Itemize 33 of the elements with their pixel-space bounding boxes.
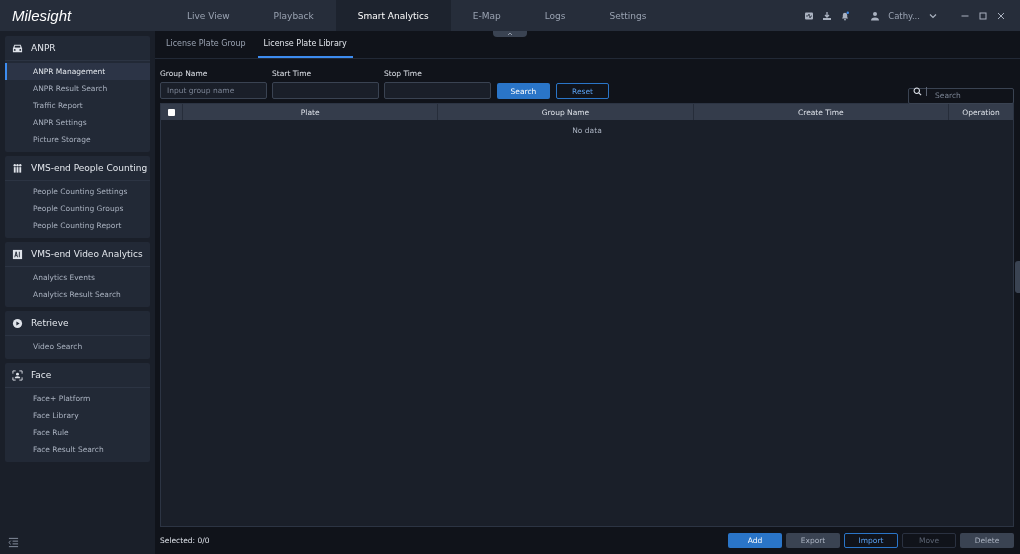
- nav-tab[interactable]: E-Map: [450, 0, 523, 31]
- nav-tab[interactable]: Settings: [587, 0, 669, 31]
- tab[interactable]: License Plate Library: [257, 31, 353, 58]
- user-icon[interactable]: [870, 10, 881, 21]
- play-icon: [12, 317, 23, 329]
- collapse-menu-icon[interactable]: [8, 537, 19, 548]
- group-title[interactable]: Retrieve: [31, 318, 69, 328]
- nav-tab[interactable]: Playback: [251, 0, 336, 31]
- group-title[interactable]: VMS-end People Counting: [31, 163, 148, 173]
- nav-tab[interactable]: Smart Analytics: [335, 0, 451, 31]
- maximize-icon[interactable]: [978, 10, 988, 21]
- group-title[interactable]: Face: [31, 370, 52, 380]
- side-handle[interactable]: [1015, 261, 1020, 293]
- select-all-checkbox[interactable]: [168, 108, 175, 116]
- user-name[interactable]: Cathy...: [888, 10, 920, 21]
- people-icon: [12, 162, 23, 174]
- face-scan-icon: [12, 369, 23, 381]
- input-field[interactable]: [272, 82, 379, 99]
- ai-icon: [12, 248, 23, 260]
- monitor-icon[interactable]: [804, 10, 815, 21]
- group-title[interactable]: VMS-end Video Analytics: [31, 249, 143, 259]
- logo: Milesight: [11, 7, 73, 24]
- group-title[interactable]: ANPR: [31, 43, 56, 53]
- search-icon: [913, 86, 922, 96]
- input-field[interactable]: [384, 82, 491, 99]
- download-icon[interactable]: [822, 10, 833, 21]
- nav-tab[interactable]: Live View: [165, 0, 252, 31]
- car-icon: [12, 42, 23, 54]
- bell-icon[interactable]: [840, 10, 851, 21]
- chevron-up-icon: [505, 31, 515, 37]
- tab[interactable]: License Plate Group: [160, 31, 252, 58]
- close-icon[interactable]: [996, 10, 1006, 21]
- nav-tab[interactable]: Logs: [522, 0, 588, 31]
